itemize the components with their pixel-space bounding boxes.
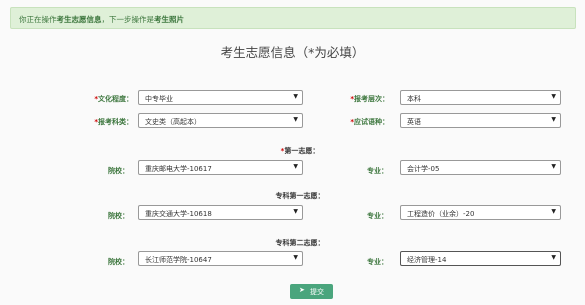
page-title: 考生志愿信息（*为必填） (220, 45, 365, 60)
notice-next-step: 考生照片 (154, 15, 184, 24)
level-label: *报考层次： (350, 95, 389, 103)
caret-down-icon: ▼ (551, 116, 556, 123)
caret-down-icon: ▼ (551, 208, 556, 215)
language-label: *应试语种： (350, 118, 389, 126)
college-second-major-label: 专业： (367, 258, 388, 266)
caret-down-icon: ▼ (551, 163, 556, 170)
level-select[interactable]: 本科 ▼ (400, 90, 561, 105)
college-second-heading: 专科第二志愿： (275, 239, 325, 247)
caret-down-icon: ▼ (293, 254, 298, 261)
send-icon: ➤ (299, 286, 305, 294)
college-second-school-label: 院校： (108, 258, 129, 266)
submit-label: 提交 (310, 288, 324, 296)
first-school-label: 院校： (108, 167, 129, 175)
notice-text: 你正在操作考生志愿信息，下一步操作是考生照片 (19, 15, 184, 24)
caret-down-icon: ▼ (293, 208, 298, 215)
status-notice: 你正在操作考生志愿信息，下一步操作是考生照片 (10, 7, 576, 29)
education-select[interactable]: 中专毕业 ▼ (138, 90, 303, 105)
notice-current-step: 考生志愿信息 (56, 15, 102, 24)
caret-down-icon: ▼ (293, 116, 298, 123)
college-second-school-select[interactable]: 长江师范学院-10647 ▼ (138, 251, 303, 266)
first-school-select[interactable]: 重庆邮电大学-10617 ▼ (138, 160, 303, 175)
college-first-major-label: 专业： (367, 212, 388, 220)
caret-down-icon: ▼ (293, 163, 298, 170)
caret-down-icon: ▼ (551, 93, 556, 100)
category-label: *报考科类： (94, 118, 133, 126)
college-second-major-select[interactable]: 经济管理-14 ▼ (400, 251, 561, 266)
college-first-major-select[interactable]: 工程造价（业余）-20 ▼ (400, 205, 561, 220)
language-select[interactable]: 英语 ▼ (400, 113, 561, 128)
education-label: *文化程度： (94, 95, 133, 103)
category-select[interactable]: 文史类（高起本） ▼ (138, 113, 303, 128)
college-first-school-select[interactable]: 重庆交通大学-10618 ▼ (138, 205, 303, 220)
first-choice-heading: *第一志愿： (280, 147, 320, 155)
caret-down-icon: ▼ (551, 254, 556, 261)
caret-down-icon: ▼ (293, 93, 298, 100)
college-first-heading: 专科第一志愿： (275, 192, 325, 200)
submit-button[interactable]: ➤ 提交 (290, 284, 333, 299)
college-first-school-label: 院校： (108, 212, 129, 220)
first-major-select[interactable]: 会计学-05 ▼ (400, 160, 561, 175)
first-major-label: 专业： (367, 167, 388, 175)
